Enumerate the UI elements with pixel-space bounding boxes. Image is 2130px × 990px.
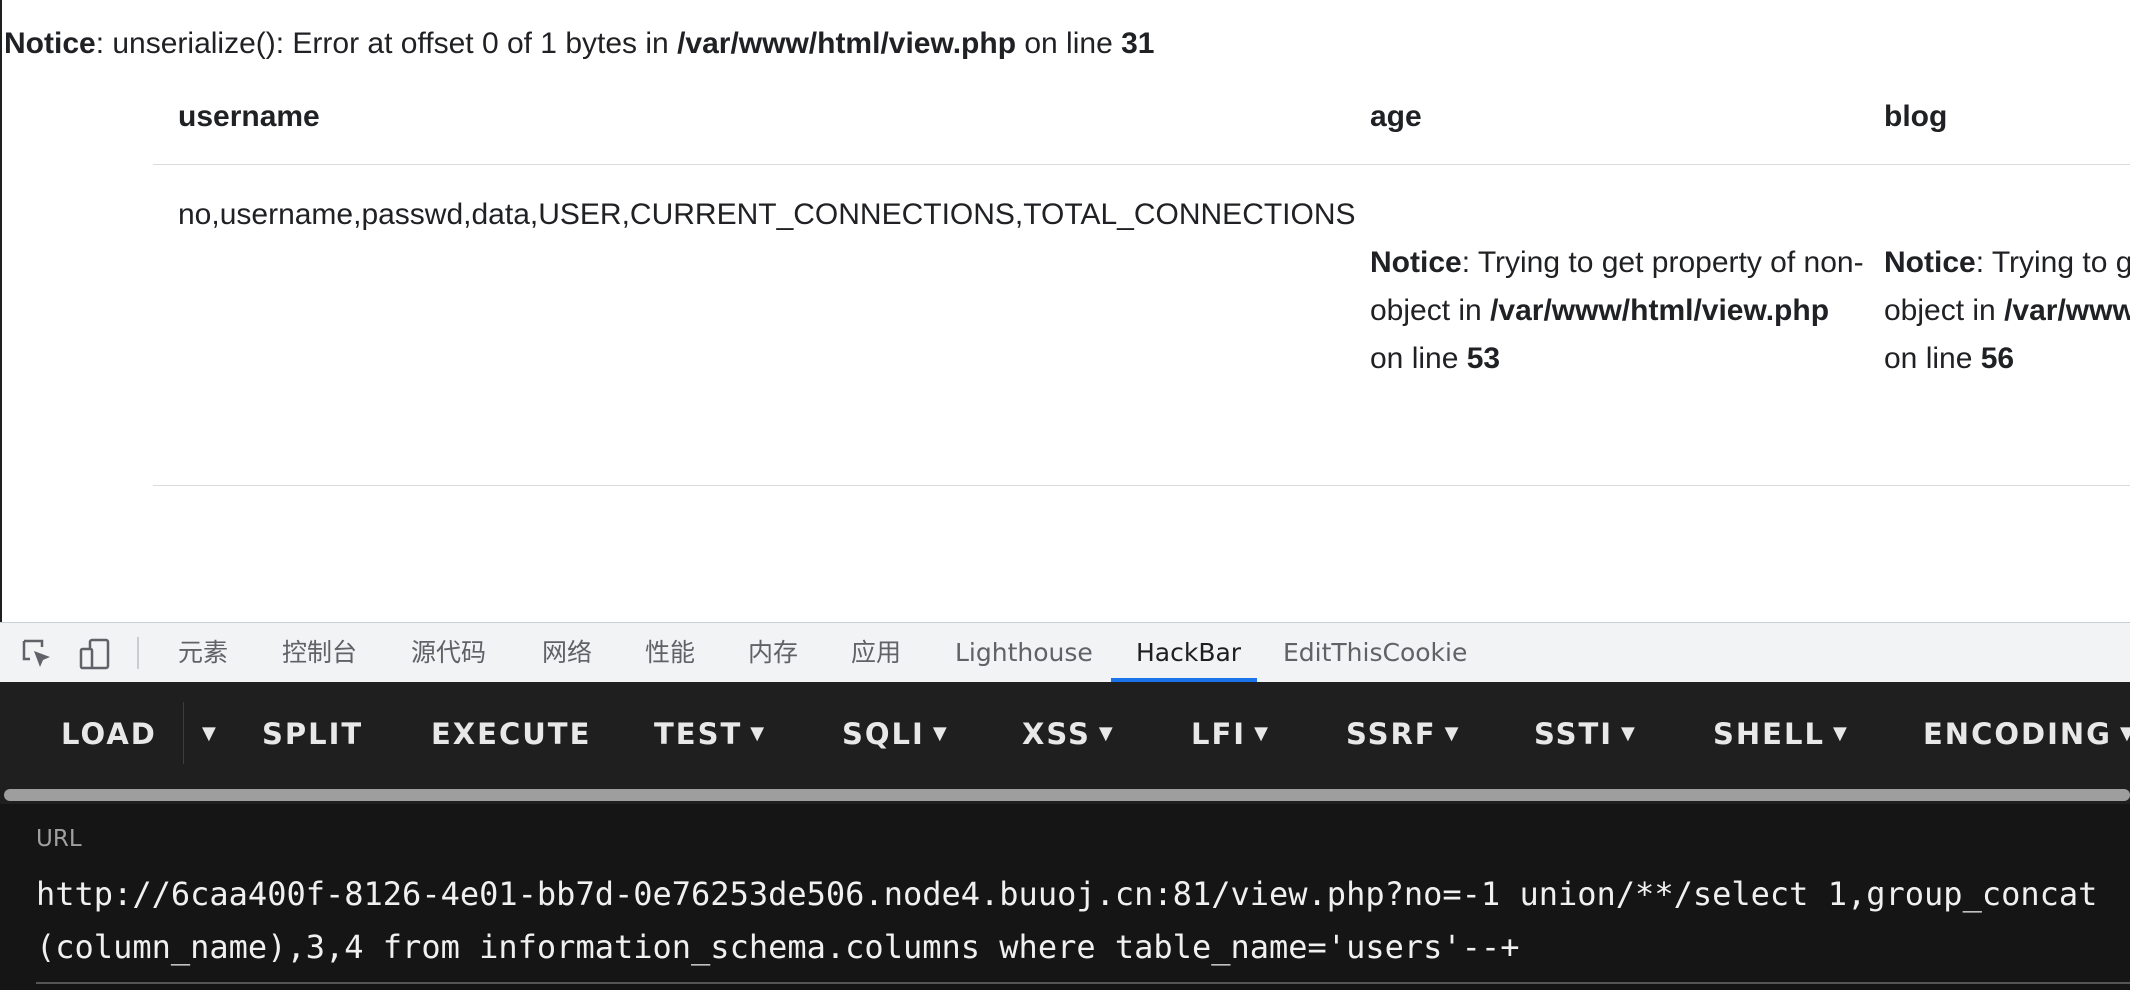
tab-memory[interactable]: 内存 <box>748 623 798 682</box>
tab-editthiscookie[interactable]: EditThisCookie <box>1283 623 1467 682</box>
tab-application[interactable]: 应用 <box>851 623 901 682</box>
tab-network[interactable]: 网络 <box>542 623 592 682</box>
column-header-username: username <box>178 100 320 133</box>
row-divider <box>153 485 2130 486</box>
execute-button[interactable]: EXECUTE <box>431 682 591 787</box>
shell-menu-button[interactable]: SHELL ▼ <box>1713 682 1849 787</box>
xss-menu-button[interactable]: XSS ▼ <box>1022 682 1115 787</box>
column-header-blog: blog <box>1884 100 1948 133</box>
split-button[interactable]: SPLIT <box>262 682 363 787</box>
tab-performance[interactable]: 性能 <box>645 623 695 682</box>
age-cell-notice: Notice: Trying to get property of non-ob… <box>1370 246 1864 375</box>
chevron-down-icon: ▼ <box>1254 722 1270 744</box>
load-split-divider <box>183 702 184 764</box>
chevron-down-icon: ▼ <box>1832 722 1849 744</box>
chevron-down-icon: ▼ <box>2119 722 2130 744</box>
hackbar-panel: LOAD ▼ SPLIT EXECUTE TEST ▼ SQLI ▼ XSS ▼ LF… <box>0 682 2130 990</box>
chevron-down-icon: ▼ <box>1621 722 1637 744</box>
tab-sources[interactable]: 源代码 <box>411 623 486 682</box>
horizontal-scrollbar[interactable] <box>4 789 2130 801</box>
chevron-down-icon: ▼ <box>750 722 767 744</box>
username-cell: no,username,passwd,data,USER,CURRENT_CON… <box>178 198 1356 231</box>
chevron-down-icon: ▼ <box>202 722 218 744</box>
web-page-content: Notice: unserialize(): Error at offset 0… <box>0 0 2130 622</box>
column-header-age: age <box>1370 100 1422 133</box>
ssrf-menu-button[interactable]: SSRF ▼ <box>1346 682 1460 787</box>
blog-cell-notice: Notice: Trying to get property of non-ob… <box>1884 246 2130 375</box>
tab-lighthouse[interactable]: Lighthouse <box>955 623 1093 682</box>
load-button[interactable]: LOAD <box>61 682 157 787</box>
ssti-menu-button[interactable]: SSTI ▼ <box>1534 682 1637 787</box>
sqli-menu-button[interactable]: SQLI ▼ <box>842 682 949 787</box>
inspect-element-icon[interactable] <box>20 637 54 671</box>
toolbar-separator <box>137 637 139 669</box>
chevron-down-icon: ▼ <box>1444 722 1461 744</box>
tab-elements[interactable]: 元素 <box>178 623 228 682</box>
chevron-down-icon: ▼ <box>1098 722 1115 744</box>
header-divider <box>153 164 2130 165</box>
tab-hackbar[interactable]: HackBar <box>1136 623 1241 682</box>
lfi-menu-button[interactable]: LFI ▼ <box>1191 682 1270 787</box>
devtools-tab-bar: 元素 控制台 源代码 网络 性能 内存 应用 Lighthouse HackBa… <box>0 622 2130 683</box>
url-label: URL <box>36 826 82 852</box>
url-input-underline <box>36 982 2130 984</box>
url-field-container: URL http://6caa400f-8126-4e01-bb7d-0e762… <box>0 804 2130 990</box>
php-notice-unserialize: Notice: unserialize(): Error at offset 0… <box>4 27 1155 60</box>
encoding-menu-button[interactable]: ENCODING ▼ <box>1923 682 2130 787</box>
test-menu-button[interactable]: TEST ▼ <box>654 682 766 787</box>
tab-console[interactable]: 控制台 <box>282 623 357 682</box>
load-dropdown-button[interactable]: ▼ <box>194 682 218 787</box>
chevron-down-icon: ▼ <box>932 722 949 744</box>
url-input[interactable]: http://6caa400f-8126-4e01-bb7d-0e76253de… <box>36 868 2126 974</box>
viewport-left-border <box>0 0 2 622</box>
device-toolbar-icon[interactable] <box>78 637 112 671</box>
